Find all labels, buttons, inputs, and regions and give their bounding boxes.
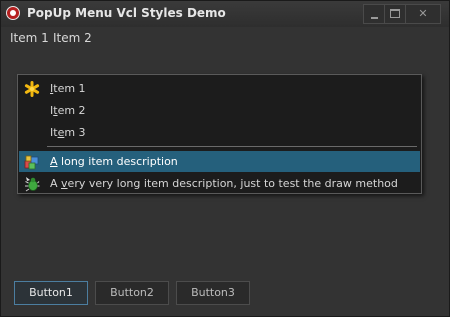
blocks-icon xyxy=(24,155,39,170)
popup-item-label: Item 1 xyxy=(50,82,86,95)
menubar-item-2[interactable]: Item 2 xyxy=(53,31,92,45)
minimize-button[interactable] xyxy=(363,4,385,24)
menu-separator xyxy=(47,146,417,147)
menubar-item-1[interactable]: Item 1 xyxy=(10,31,49,45)
popup-item-2[interactable]: Item 2 xyxy=(19,100,420,121)
button-3[interactable]: Button3 xyxy=(176,281,250,305)
popup-item-3[interactable]: Item 3 xyxy=(19,122,420,143)
maximize-button[interactable] xyxy=(384,4,406,24)
app-icon[interactable] xyxy=(6,6,20,20)
close-icon: ✕ xyxy=(418,7,428,20)
popup-item-label: Item 3 xyxy=(50,126,86,139)
button-2[interactable]: Button2 xyxy=(95,281,169,305)
close-button[interactable]: ✕ xyxy=(405,4,441,24)
window-title: PopUp Menu Vcl Styles Demo xyxy=(27,6,226,20)
popup-item-1[interactable]: Item 1 xyxy=(19,78,420,99)
menu-bar: Item 1 Item 2 xyxy=(1,29,449,49)
popup-menu: Item 1 Item 2 Item 3 A long item descrip… xyxy=(17,74,422,194)
asterisk-icon xyxy=(24,81,40,97)
popup-item-label: Item 2 xyxy=(50,104,86,117)
popup-item-label: A long item description xyxy=(50,155,178,168)
bug-icon xyxy=(25,177,40,192)
title-bar[interactable]: PopUp Menu Vcl Styles Demo ✕ xyxy=(1,1,449,27)
popup-item-very-long-description[interactable]: A very very long item description, just … xyxy=(19,173,420,194)
button-1[interactable]: Button1 xyxy=(14,281,88,305)
minimize-icon xyxy=(371,17,378,19)
popup-item-long-description[interactable]: A long item description xyxy=(19,151,420,172)
maximize-icon xyxy=(390,9,400,18)
main-window: PopUp Menu Vcl Styles Demo ✕ Item 1 Item… xyxy=(0,0,450,317)
popup-item-label: A very very long item description, just … xyxy=(50,177,398,190)
